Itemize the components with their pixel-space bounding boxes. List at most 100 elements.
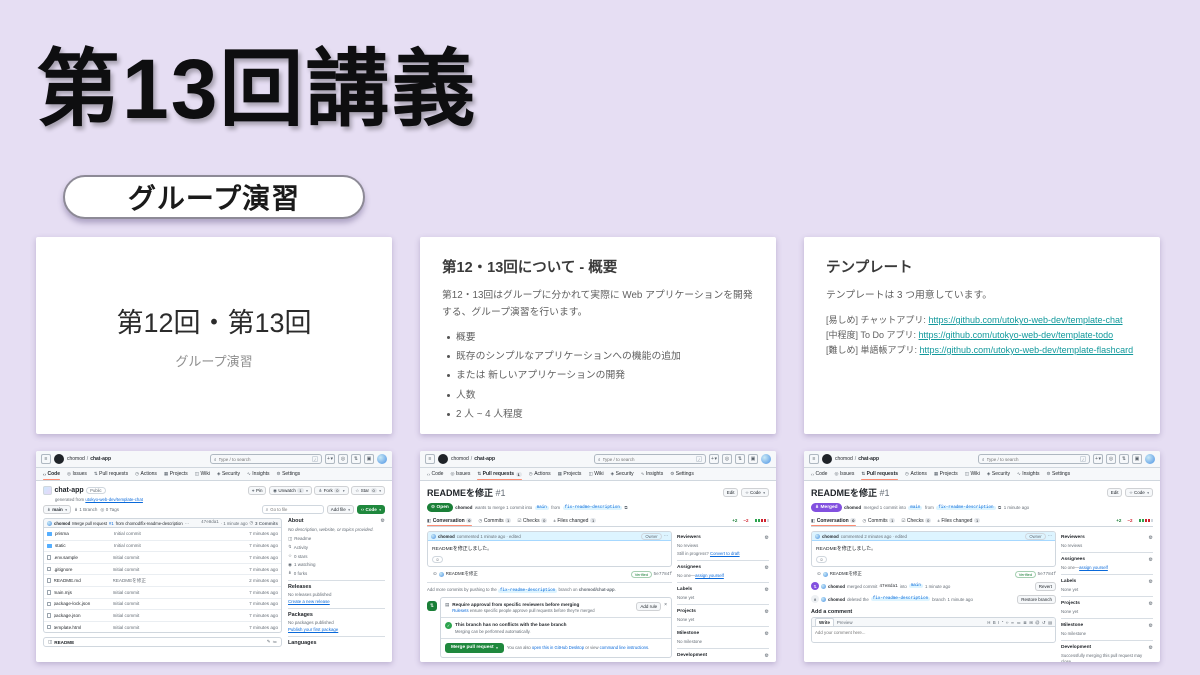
create-release-link[interactable]: Create a new release [288,599,385,604]
pr-tab[interactable]: ◷Commits1 [478,515,511,526]
repo-name[interactable]: chat-app [55,487,84,494]
header-action-button[interactable]: ◎ [338,454,348,464]
edit-button[interactable]: Edit [1107,488,1123,497]
go-to-file-search[interactable]: ⌕ [262,505,324,514]
copy-icon[interactable]: ⧉ [624,505,627,510]
github-logo[interactable] [822,454,832,464]
repo-nav-tab[interactable]: ⇅Pull requests [861,468,898,480]
repo-nav-tab[interactable]: ▦Projects [558,468,582,480]
comment-author[interactable]: chomod [822,534,839,539]
repo-nav-tab[interactable]: ⇅Pull requests1 [477,468,521,480]
pr-tab[interactable]: ☑Checks0 [901,515,931,526]
repo-nav-tab[interactable]: ▦Projects [934,468,958,480]
preview-tab[interactable]: Preview [834,618,856,626]
commit-history-link[interactable]: ◷3 Commits [250,520,278,526]
pr-author[interactable]: chomod [455,505,472,510]
sidebar-inline-link[interactable]: assign yourself [1079,565,1108,570]
repo-stat[interactable]: ↯Activity [288,544,385,550]
header-action-button[interactable]: ◎ [1106,454,1116,464]
hamburger-menu-button[interactable]: ≡ [809,454,819,464]
commit-message[interactable]: from chomod/fix-readme-description [116,521,183,526]
breadcrumb-owner[interactable]: chomod [67,456,85,462]
repo-stat[interactable]: ☆0 stars [288,553,385,559]
editor-toolbar-icon[interactable]: ↺ [1042,620,1046,625]
head-branch-chip[interactable]: fix-readme-description [936,506,995,510]
file-row[interactable]: template.html Initial commit 7 minutes a… [44,621,281,633]
gear-icon[interactable]: ⚙ [765,565,769,571]
header-action-button[interactable]: ▣ [748,454,758,464]
github-logo[interactable] [54,454,64,464]
commit-hash[interactable]: 5e7784f [654,572,672,577]
repo-nav-tab[interactable]: ◎Issues [67,468,87,480]
code-button[interactable]: ‹›Code▾ [741,488,769,497]
repo-nav-tab[interactable]: ◷Actions [529,468,551,480]
header-action-button[interactable]: ⇅ [351,454,361,464]
global-search-input[interactable] [603,457,694,462]
repo-nav-tab[interactable]: ⚙Settings [670,468,694,480]
star-button[interactable]: ☆Star0▾ [351,486,385,495]
command-line-link[interactable]: command line instructions [600,645,648,650]
pin-button[interactable]: ⌖Pin [248,486,267,495]
repo-nav-tab[interactable]: ∿Insights [247,468,270,480]
head-branch-chip[interactable]: fix-readme-description [563,506,622,510]
go-to-file-input[interactable] [270,507,319,512]
global-search-input[interactable] [987,457,1078,462]
base-branch-chip[interactable]: main [535,506,549,510]
commit-hash[interactable]: 47e8da1 [201,521,219,525]
pr-author[interactable]: chomod [844,505,861,510]
commit-hash[interactable]: 5e7784f [1038,572,1056,577]
event-author[interactable]: chomod [828,584,845,589]
template-link-url[interactable]: https://github.com/utokyo-web-dev/templa… [928,315,1122,325]
gear-icon[interactable]: ⚙ [1149,535,1153,541]
repo-nav-tab[interactable]: ‹›Code [43,468,60,480]
header-action-button[interactable]: ⇅ [1119,454,1129,464]
template-link-url[interactable]: https://github.com/utokyo-web-dev/templa… [920,345,1134,355]
pr-number-link[interactable]: #1 [109,521,114,526]
comment-author[interactable]: chomod [438,534,455,539]
breadcrumb-owner[interactable]: chomod [835,456,853,462]
breadcrumb-owner[interactable]: chomod [451,456,469,462]
file-row[interactable]: package.json Initial commit 7 minutes ag… [44,609,281,621]
file-row[interactable]: main.mjs Initial commit 7 minutes ago [44,586,281,598]
gear-icon[interactable]: ⚙ [1149,645,1153,651]
restore-branch-button[interactable]: Restore branch [1017,595,1056,604]
repo-nav-tab[interactable]: ◫Wiki [195,468,210,480]
verified-badge[interactable]: Verified [1015,571,1035,578]
repo-stat[interactable]: ⋔0 forks [288,570,385,576]
copy-icon[interactable]: ⧉ [998,505,1001,510]
verified-badge[interactable]: Verified [631,571,651,578]
editor-toolbar-icon[interactable]: H [987,620,990,625]
gear-icon[interactable]: ⚙ [381,518,385,524]
repo-nav-tab[interactable]: ◷Actions [135,468,157,480]
base-branch-chip[interactable]: main [909,584,923,588]
editor-toolbar-icon[interactable]: @ [1035,620,1039,625]
repo-nav-tab[interactable]: ◫Wiki [965,468,980,480]
tags-link[interactable]: ◎0 Tags [100,507,119,513]
commit-message[interactable]: Merge pull request [72,521,107,526]
editor-toolbar-icon[interactable]: B [993,620,996,625]
comment-input[interactable] [815,630,1052,635]
pr-tab[interactable]: ◧Conversation0 [427,515,472,526]
repo-nav-tab[interactable]: ‹›Code [427,468,443,480]
sidebar-inline-link[interactable]: assign yourself [695,573,724,578]
repo-nav-tab[interactable]: ∿Insights [641,468,664,480]
branch-selector[interactable]: ⋔main▾ [43,505,71,514]
pr-tab[interactable]: ±Files changed1 [553,515,596,526]
code-button[interactable]: ‹›Code▾ [357,505,385,514]
pencil-icon[interactable]: ✎ [267,639,271,645]
editor-toolbar-icon[interactable]: ∞ [1011,620,1014,625]
file-row[interactable]: .gitignore Initial commit 7 minutes ago [44,563,281,575]
header-action-button[interactable]: ▣ [1132,454,1142,464]
pr-tab[interactable]: ±Files changed1 [937,515,980,526]
readme-section-header[interactable]: ◫ README ✎ ≔ [43,637,282,647]
sidebar-inline-link[interactable]: Convert to draft [710,551,740,556]
gear-icon[interactable]: ⚙ [1149,557,1153,563]
header-action-button[interactable]: +▾ [325,454,335,464]
global-search-input[interactable] [219,457,310,462]
repo-nav-tab[interactable]: ◫Wiki [588,468,603,480]
breadcrumb-repo[interactable]: chat-app [90,456,111,462]
comment-menu[interactable]: ⋯ [664,533,668,539]
user-avatar[interactable] [761,454,771,464]
github-logo[interactable] [438,454,448,464]
editor-toolbar-icon[interactable]: ⊞ [1029,620,1033,625]
